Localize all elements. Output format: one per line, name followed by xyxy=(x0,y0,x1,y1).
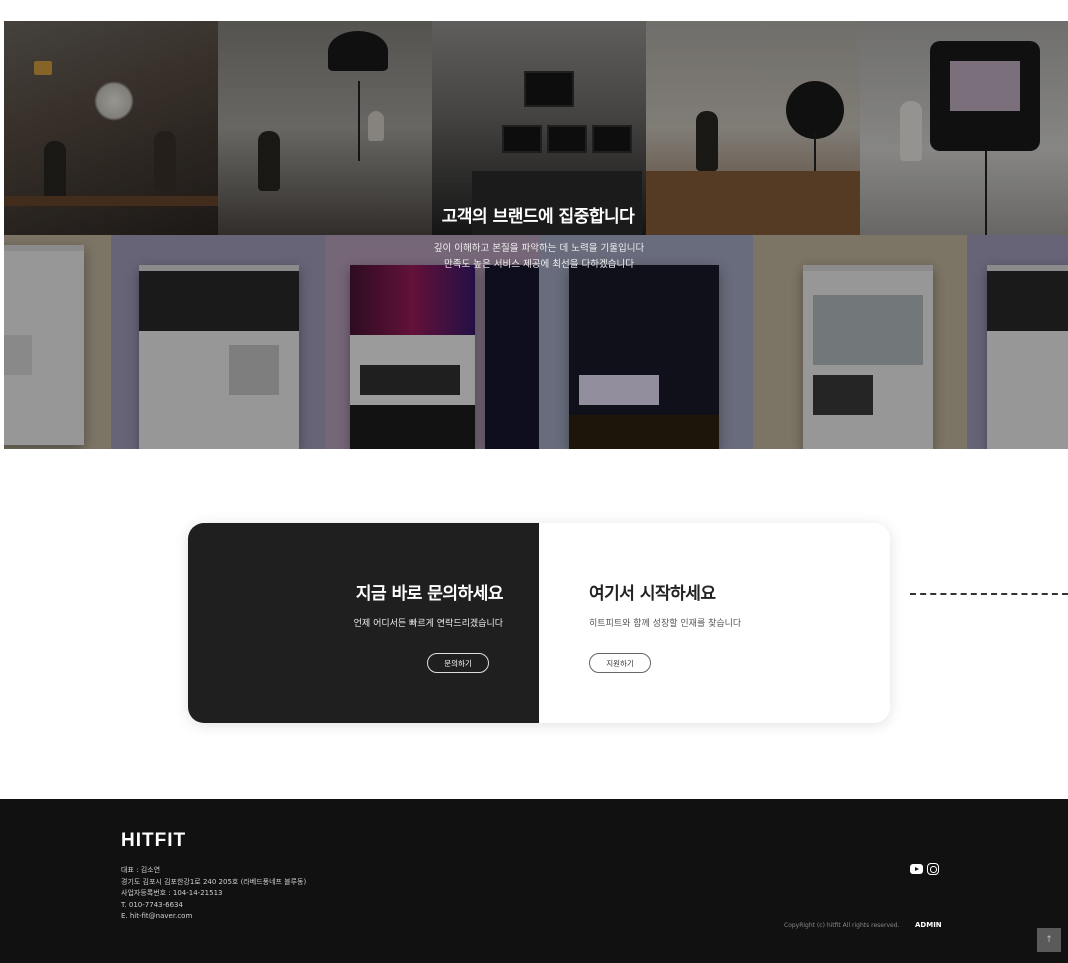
website-mockup-5 xyxy=(753,235,967,449)
recruit-description: 히트피트와 함께 성장할 인재를 찾습니다 xyxy=(589,619,742,629)
site-footer: HITFIT 대표 : 김소연 경기도 김포시 김포한강1로 240 205호 … xyxy=(0,799,1068,963)
hero-subtitle-line-2: 만족도 높은 서비스 제공에 최선을 다하겠습니다 xyxy=(444,259,634,270)
info-business-number: 사업자등록번호 : 104-14-21513 xyxy=(121,889,223,897)
hero-title: 고객의 브랜드에 집중합니다 xyxy=(441,207,635,227)
website-mockup-2 xyxy=(111,235,325,449)
info-email: E. hit-fit@naver.com xyxy=(121,912,193,920)
instagram-icon[interactable] xyxy=(927,863,939,875)
info-ceo: 대표 : 김소연 xyxy=(121,866,161,874)
cta-card: 지금 바로 문의하세요 언제 어디서든 빠르게 연락드리겠습니다 문의하기 여기… xyxy=(188,523,890,723)
website-mockup-1 xyxy=(4,235,111,449)
decorative-dashed-line xyxy=(910,593,1068,595)
info-phone: T. 010-7743-6634 xyxy=(121,900,183,909)
company-info: 대표 : 김소연 경기도 김포시 김포한강1로 240 205호 (라베드퐁네프… xyxy=(121,865,306,923)
info-address: 경기도 김포시 김포한강1로 240 205호 (라베드퐁네프 블루동) xyxy=(121,877,307,886)
recruit-panel: 여기서 시작하세요 히트피트와 함께 성장할 인재를 찾습니다 지원하기 xyxy=(539,523,890,723)
hero-banner: 고객의 브랜드에 집중합니다 깊이 이해하고 본질을 파악하는 데 노력을 기울… xyxy=(4,21,1068,449)
contact-title: 지금 바로 문의하세요 xyxy=(355,584,504,604)
copyright-text: CopyRight (c) hitfit All rights reserved… xyxy=(784,922,900,929)
apply-button[interactable]: 지원하기 xyxy=(589,653,651,673)
admin-link[interactable]: ADMIN xyxy=(915,921,942,929)
website-mockup-6 xyxy=(967,235,1068,449)
contact-description: 언제 어디서든 빠르게 연락드리겠습니다 xyxy=(353,619,503,629)
footer-logo[interactable]: HITFIT xyxy=(121,830,186,852)
recruit-title: 여기서 시작하세요 xyxy=(589,584,716,604)
arrow-up-icon: ↑ xyxy=(1045,935,1053,945)
hero-subtitle: 깊이 이해하고 본질을 파악하는 데 노력을 기울입니다 만족도 높은 서비스 … xyxy=(384,241,694,273)
contact-panel: 지금 바로 문의하세요 언제 어디서든 빠르게 연락드리겠습니다 문의하기 xyxy=(188,523,539,723)
studio-photo-5 xyxy=(860,21,1068,235)
youtube-icon[interactable] xyxy=(910,864,923,874)
studio-photo-2 xyxy=(218,21,432,235)
scroll-top-button[interactable]: ↑ xyxy=(1037,928,1061,952)
studio-photo-4 xyxy=(646,21,860,235)
hero-subtitle-line-1: 깊이 이해하고 본질을 파악하는 데 노력을 기울입니다 xyxy=(433,243,645,254)
contact-button[interactable]: 문의하기 xyxy=(427,653,489,673)
social-links xyxy=(910,863,939,875)
studio-photo-1 xyxy=(4,21,218,235)
